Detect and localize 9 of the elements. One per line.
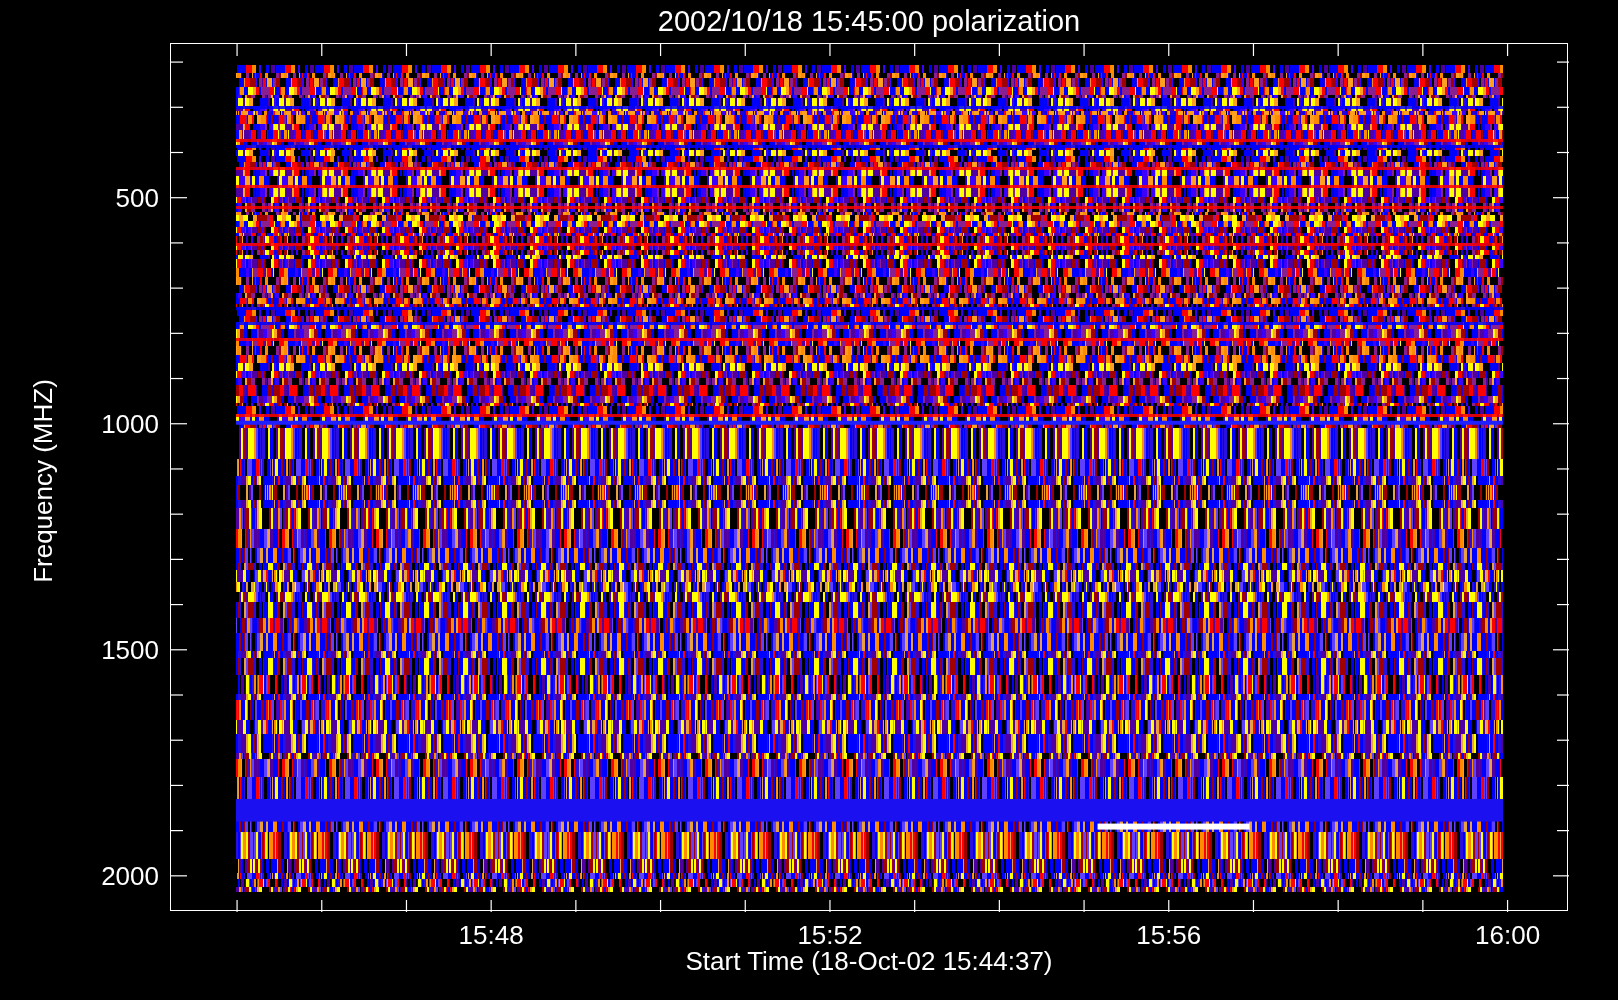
x-tick-label: 16:00 (1475, 920, 1541, 951)
x-tick-label: 15:56 (1136, 920, 1202, 951)
x-tick-label: 15:48 (458, 920, 524, 951)
y-tick-label: 1000 (101, 408, 159, 440)
y-tick-label: 500 (115, 182, 159, 214)
y-tick-label: 2000 (101, 860, 159, 892)
chart-title: 2002/10/18 15:45:00 polarization (657, 5, 1081, 38)
y-axis-title: Frequency (MHZ) (27, 379, 59, 583)
y-tick-label: 1500 (101, 634, 159, 666)
